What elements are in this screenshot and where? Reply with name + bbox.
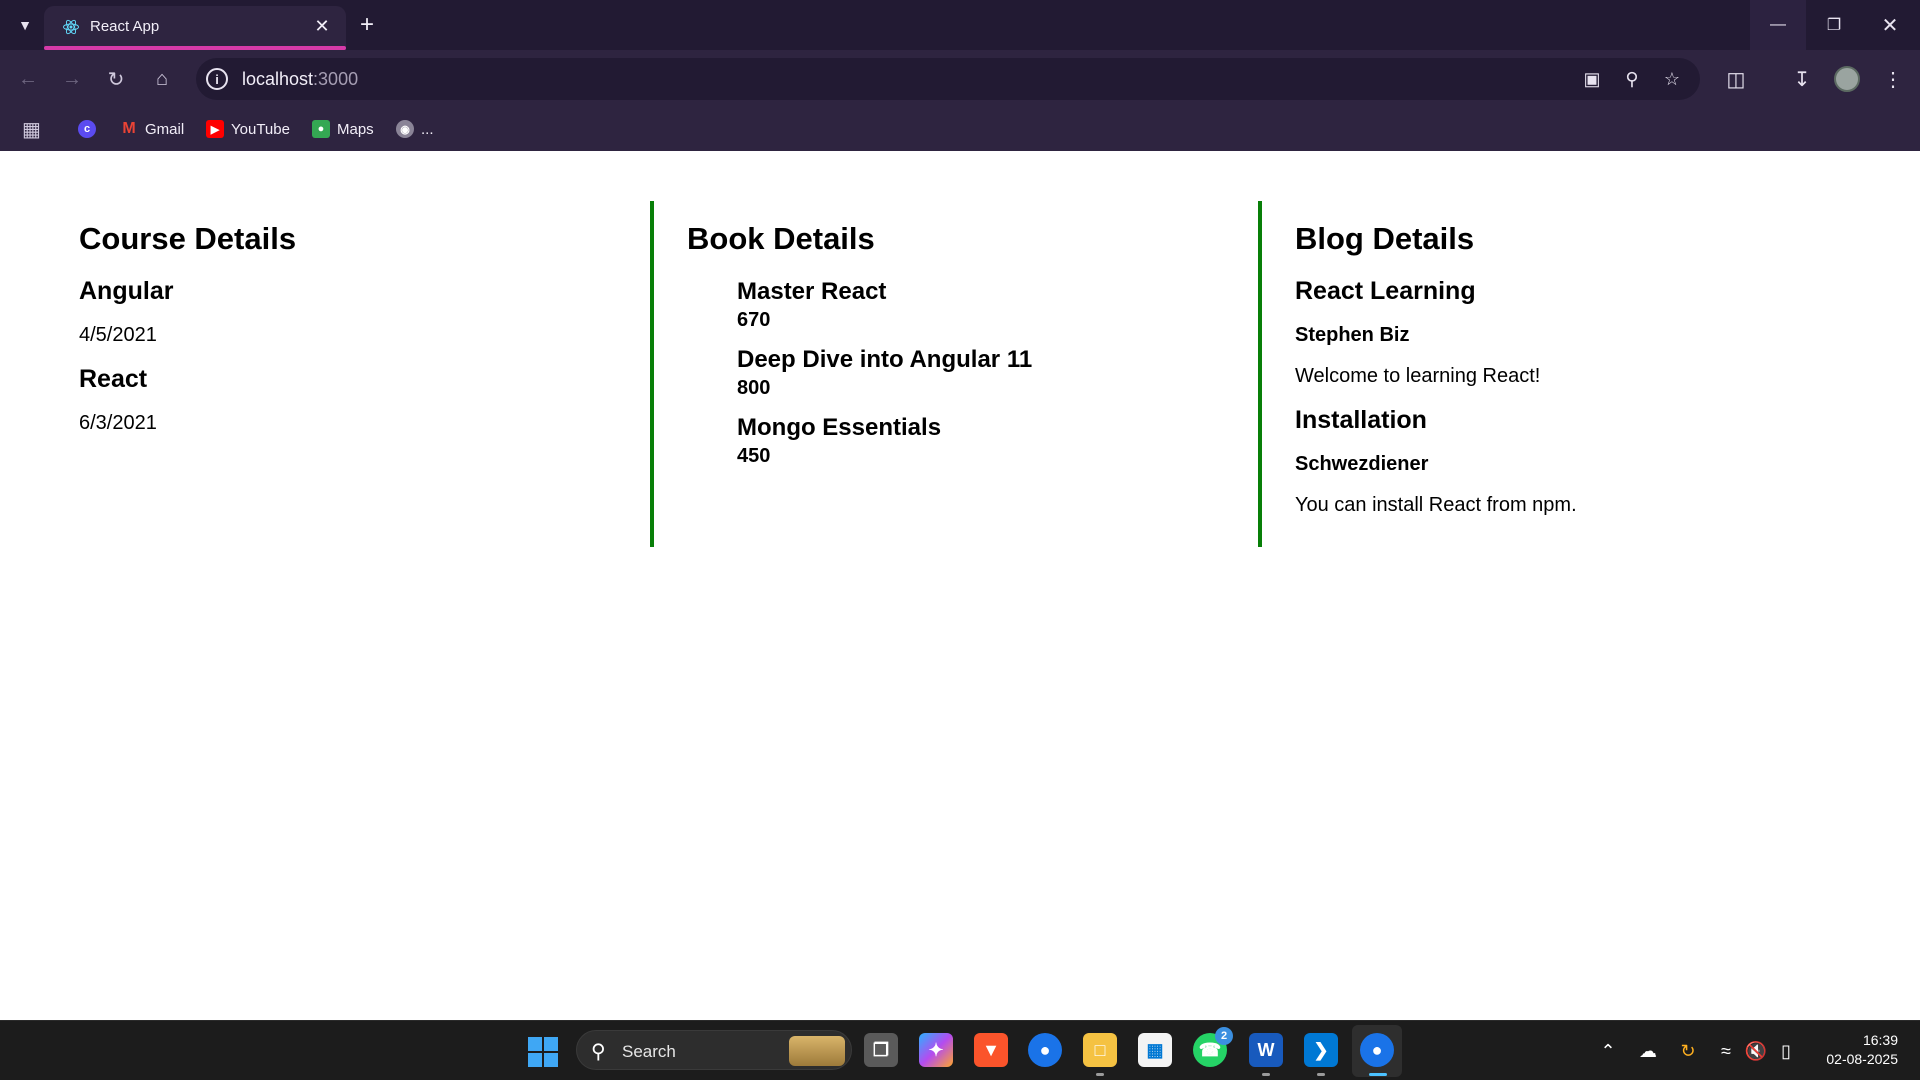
close-tab-icon[interactable]: ✕ xyxy=(310,14,334,38)
extensions-icon[interactable]: ◫ xyxy=(1721,64,1751,94)
blog-title: React Learning xyxy=(1295,277,1476,305)
bookmark-gmail[interactable]: M Gmail xyxy=(120,116,184,142)
battery-icon[interactable]: ▯ xyxy=(1774,1039,1798,1063)
new-tab-button[interactable]: + xyxy=(352,10,382,40)
clock-time: 16:39 xyxy=(1862,1032,1898,1048)
blog-details-section: Blog Details React Learning Stephen Biz … xyxy=(1258,201,1818,547)
notification-badge: 2 xyxy=(1215,1027,1233,1045)
volume-muted-icon[interactable]: 🔇 xyxy=(1744,1039,1768,1063)
menu-icon[interactable]: ⋮ xyxy=(1878,64,1908,94)
book-details-section: Book Details Master React 670 Deep Dive … xyxy=(650,201,1210,547)
file-explorer-icon[interactable]: □ xyxy=(1083,1033,1117,1067)
book-list: Master React 670 Deep Dive into Angular … xyxy=(737,277,1210,469)
copilot-icon[interactable]: ✦ xyxy=(919,1033,953,1067)
profile-avatar[interactable] xyxy=(1834,66,1860,92)
tab-search-button[interactable]: ▼ xyxy=(10,10,40,40)
tab-react-app[interactable]: React App ✕ xyxy=(44,6,346,50)
install-app-icon[interactable]: ▣ xyxy=(1580,67,1604,91)
tab-strip: ▼ React App ✕ + — ❐ ✕ xyxy=(0,0,1920,50)
apps-icon[interactable]: ▦ xyxy=(22,116,41,142)
book-title: Master React xyxy=(737,278,887,305)
taskbar: ⚲ Search ❐ ✦ ▼ ● □ ▦ ☎ 2 W ❯ ● ⌃ ☁ ↻ ≈ 🔇… xyxy=(0,1020,1920,1080)
bookmarks-bar: ▦ c M Gmail ▶ YouTube ● Maps ◉ ... xyxy=(0,108,1920,151)
course-name: Angular xyxy=(79,277,174,305)
running-indicator xyxy=(1096,1073,1104,1076)
blog-title: Installation xyxy=(1295,406,1427,434)
close-window-button[interactable]: ✕ xyxy=(1862,0,1918,50)
react-icon xyxy=(63,19,79,35)
microsoft-store-icon[interactable]: ▦ xyxy=(1138,1033,1172,1067)
address-url: localhost:3000 xyxy=(242,69,359,89)
c-icon: c xyxy=(78,120,96,138)
book-price: 450 xyxy=(737,445,771,467)
blog-author: Schwezdiener xyxy=(1295,453,1429,475)
task-view-icon[interactable]: ❐ xyxy=(864,1033,898,1067)
course-details-heading: Course Details xyxy=(79,221,297,256)
book-price: 800 xyxy=(737,377,771,399)
whatsapp-icon[interactable]: ☎ 2 xyxy=(1193,1027,1233,1067)
bookmark-maps[interactable]: ● Maps xyxy=(312,116,374,142)
vscode-icon[interactable]: ❯ xyxy=(1304,1033,1338,1067)
zoom-icon[interactable]: ⚲ xyxy=(1620,67,1644,91)
forward-button[interactable]: → xyxy=(56,63,88,95)
book-item: Mongo Essentials 450 xyxy=(737,413,1210,469)
search-icon: ⚲ xyxy=(591,1041,606,1063)
system-clock[interactable]: 16:39 02-08-2025 xyxy=(1808,1031,1898,1069)
page-content: Course Details Angular 4/5/2021 React 6/… xyxy=(0,151,1920,1020)
taskbar-search[interactable]: ⚲ Search xyxy=(576,1030,852,1070)
book-item: Deep Dive into Angular 11 800 xyxy=(737,345,1210,401)
blog-content: You can install React from npm. xyxy=(1295,494,1577,516)
download-icon[interactable]: ↧ xyxy=(1787,64,1817,94)
bookmark-more[interactable]: ◉ ... xyxy=(396,116,434,142)
youtube-icon: ▶ xyxy=(206,120,224,138)
course-date: 4/5/2021 xyxy=(79,324,157,346)
tab-title: React App xyxy=(90,18,160,35)
minimize-button[interactable]: — xyxy=(1750,0,1806,50)
blog-content: Welcome to learning React! xyxy=(1295,365,1541,387)
maps-icon: ● xyxy=(312,120,330,138)
globe-icon: ◉ xyxy=(396,120,414,138)
book-details-heading: Book Details xyxy=(687,221,875,256)
course-details-section: Course Details Angular 4/5/2021 React 6/… xyxy=(79,201,639,547)
chrome-active-icon[interactable]: ● xyxy=(1360,1033,1394,1067)
address-bar[interactable]: i localhost:3000 ▣ ⚲ ☆ xyxy=(196,58,1700,100)
running-indicator xyxy=(1262,1073,1270,1076)
bookmark-c[interactable]: c xyxy=(78,116,96,142)
course-date: 6/3/2021 xyxy=(79,412,157,434)
wifi-icon[interactable]: ≈ xyxy=(1714,1039,1738,1063)
blog-details-heading: Blog Details xyxy=(1295,221,1475,256)
search-highlight-image xyxy=(789,1036,845,1066)
running-indicator xyxy=(1317,1073,1325,1076)
sync-icon[interactable]: ↻ xyxy=(1676,1039,1700,1063)
blog-author: Stephen Biz xyxy=(1295,324,1410,346)
chrome-icon[interactable]: ● xyxy=(1028,1033,1062,1067)
browser-toolbar: ← → ↻ ⌂ i localhost:3000 ▣ ⚲ ☆ ◫ ↧ ⋮ xyxy=(0,50,1920,108)
course-name: React xyxy=(79,365,148,393)
restore-button[interactable]: ❐ xyxy=(1806,0,1862,50)
book-price: 670 xyxy=(737,309,771,331)
book-title: Deep Dive into Angular 11 xyxy=(737,346,1033,373)
reload-button[interactable]: ↻ xyxy=(100,63,132,95)
taskbar-search-placeholder: Search xyxy=(622,1042,676,1061)
chevron-down-icon: ▼ xyxy=(18,17,32,33)
book-title: Mongo Essentials xyxy=(737,414,942,441)
bookmark-star-icon[interactable]: ☆ xyxy=(1660,67,1684,91)
book-item: Master React 670 xyxy=(737,277,1210,333)
brave-icon[interactable]: ▼ xyxy=(974,1033,1008,1067)
info-icon[interactable]: i xyxy=(206,68,228,90)
back-button[interactable]: ← xyxy=(12,63,44,95)
onedrive-icon[interactable]: ☁ xyxy=(1636,1039,1660,1063)
show-hidden-icons[interactable]: ⌃ xyxy=(1596,1039,1620,1063)
gmail-icon: M xyxy=(122,120,136,137)
word-icon[interactable]: W xyxy=(1249,1033,1283,1067)
home-button[interactable]: ⌂ xyxy=(146,63,178,95)
windows-start-icon[interactable] xyxy=(528,1037,558,1067)
active-indicator xyxy=(1369,1073,1387,1076)
bookmark-youtube[interactable]: ▶ YouTube xyxy=(206,116,290,142)
clock-date: 02-08-2025 xyxy=(1826,1051,1898,1067)
